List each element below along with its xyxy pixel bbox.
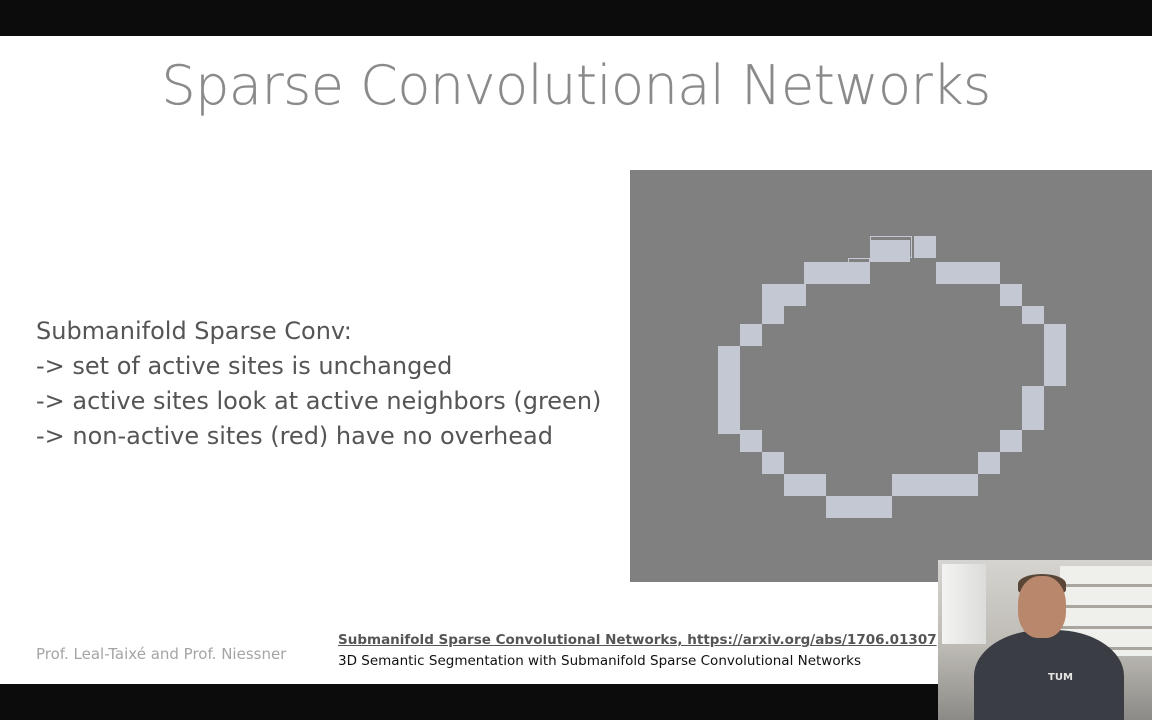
active-site-cell: [784, 474, 826, 496]
active-site-cell: [936, 262, 1000, 284]
active-site-cell: [740, 430, 762, 452]
active-site-cell: [826, 496, 892, 518]
active-site-cell: [762, 452, 784, 474]
references: Submanifold Sparse Convolutional Network…: [338, 630, 938, 672]
webcam-overlay: TUM: [938, 560, 1152, 720]
active-site-cell: [1044, 324, 1066, 342]
active-site-cell: [1000, 284, 1022, 306]
active-site-cell: [1022, 386, 1044, 430]
paper-link[interactable]: Submanifold Sparse Convolutional Network…: [338, 632, 937, 648]
active-site-cell: [740, 324, 762, 346]
slide-title: Sparse Convolutional Networks: [161, 54, 991, 117]
active-site-cell: [892, 474, 978, 496]
webcam-person-head: [1018, 576, 1066, 638]
active-site-cell: [1044, 342, 1066, 386]
kernel-outline: [848, 258, 870, 280]
webcam-window: [942, 564, 986, 644]
shirt-logo: TUM: [1048, 672, 1073, 683]
active-site-cell: [1000, 430, 1022, 452]
reference-second-line: 3D Semantic Segmentation with Submanifol…: [338, 653, 862, 669]
bullet-item: -> active sites look at active neighbors…: [36, 387, 602, 415]
sparse-grid-figure: [630, 170, 1152, 582]
kernel-outline: [870, 236, 912, 258]
active-site-cell: [718, 346, 740, 434]
active-site-cell: [762, 284, 806, 306]
bullet-item: Submanifold Sparse Conv:: [36, 317, 352, 345]
active-site-cell: [914, 236, 936, 258]
bullet-list: Submanifold Sparse Conv: -> set of activ…: [36, 314, 636, 454]
bullet-item: -> non-active sites (red) have no overhe…: [36, 422, 553, 450]
active-site-cell: [978, 452, 1000, 474]
active-site-cell: [804, 262, 848, 284]
active-site-cell: [1022, 306, 1044, 324]
bullet-item: -> set of active sites is unchanged: [36, 352, 453, 380]
active-site-cell: [762, 306, 784, 324]
footer-authors: Prof. Leal-Taixé and Prof. Niessner: [36, 645, 287, 663]
